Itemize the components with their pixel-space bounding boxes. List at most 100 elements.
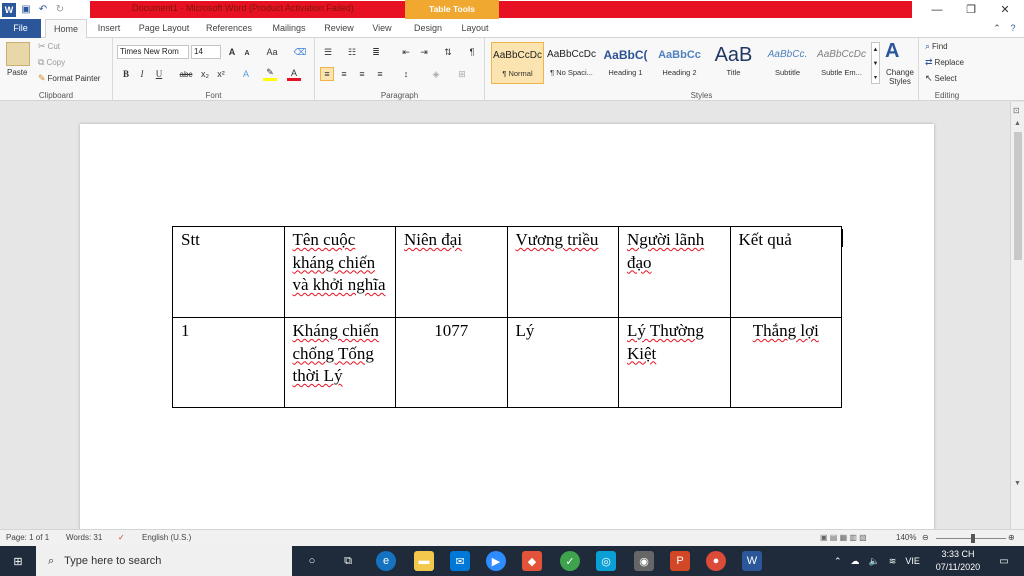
table-cell[interactable]: Kết quả bbox=[729, 226, 842, 318]
align-center-icon[interactable]: ≡ bbox=[337, 67, 351, 81]
superscript-button[interactable]: x² bbox=[214, 67, 228, 81]
tab-design[interactable]: Design bbox=[408, 19, 448, 38]
camera-icon[interactable]: ◉ bbox=[634, 551, 654, 571]
style-heading-1[interactable]: AaBbC( Heading 1 bbox=[599, 42, 652, 84]
tab-file[interactable]: File bbox=[0, 19, 41, 38]
view-buttons[interactable]: ▣ ▤ ▦ ▥ ▧ bbox=[820, 533, 867, 542]
document-page[interactable]: Stt Tên cuộc kháng chiến và khởi nghĩa N… bbox=[80, 124, 934, 529]
style-normal[interactable]: AaBbCcDc ¶ Normal bbox=[491, 42, 544, 84]
justify-icon[interactable]: ≡ bbox=[373, 67, 387, 81]
ruler-icon[interactable]: ⊡ bbox=[1013, 106, 1020, 115]
tab-insert[interactable]: Insert bbox=[89, 19, 129, 38]
italic-button[interactable]: I bbox=[135, 67, 149, 81]
tab-page-layout[interactable]: Page Layout bbox=[134, 19, 194, 38]
paste-icon[interactable] bbox=[6, 42, 30, 66]
word-count[interactable]: Words: 31 bbox=[66, 533, 102, 542]
word-taskbar-icon[interactable]: W bbox=[742, 551, 762, 571]
scroll-down-icon[interactable]: ▼ bbox=[1014, 480, 1021, 487]
bullets-icon[interactable]: ☰ bbox=[321, 45, 335, 59]
table-cell[interactable]: Kháng chiến chống Tống thời Lý bbox=[283, 317, 396, 408]
cut-button[interactable]: ✂ Cut bbox=[38, 41, 60, 52]
highlight-icon[interactable]: ✎ bbox=[263, 67, 277, 81]
zoom-level[interactable]: 140% bbox=[896, 533, 916, 542]
minimize-button[interactable]: — bbox=[920, 0, 954, 19]
font-name-select[interactable]: Times New Rom bbox=[117, 45, 189, 59]
style-subtle-emphasis[interactable]: AaBbCcDc Subtle Em... bbox=[815, 42, 868, 84]
app-green-icon[interactable]: ✓ bbox=[560, 551, 580, 571]
language-indicator[interactable]: English (U.S.) bbox=[142, 533, 191, 542]
input-language[interactable]: VIE bbox=[905, 556, 920, 566]
clock[interactable]: 3:33 CH 07/11/2020 bbox=[932, 548, 984, 574]
zoom-in-icon[interactable]: ⊕ bbox=[1008, 533, 1015, 542]
table-cell[interactable]: 1077 bbox=[395, 317, 508, 408]
windows-start-icon[interactable]: ⊞ bbox=[8, 551, 28, 571]
style-no-spacing[interactable]: AaBbCcDc ¶ No Spaci... bbox=[545, 42, 598, 84]
powerpoint-icon[interactable]: P bbox=[670, 551, 690, 571]
tab-mailings[interactable]: Mailings bbox=[265, 19, 313, 38]
restore-button[interactable]: ❐ bbox=[954, 0, 988, 19]
zoom-app-icon[interactable]: ▶ bbox=[486, 551, 506, 571]
strikethrough-button[interactable]: abc bbox=[177, 67, 195, 81]
tab-home[interactable]: Home bbox=[45, 19, 87, 39]
replace-button[interactable]: ⇄ Replace bbox=[925, 57, 964, 68]
style-subtitle[interactable]: AaBbCc. Subtitle bbox=[761, 42, 814, 84]
redo-icon[interactable]: ↻ bbox=[53, 3, 67, 17]
close-button[interactable]: ✕ bbox=[988, 0, 1022, 19]
align-left-icon[interactable]: ≡ bbox=[320, 67, 334, 81]
numbering-icon[interactable]: ☷ bbox=[345, 45, 359, 59]
table-cell[interactable]: Lý bbox=[506, 317, 619, 408]
task-view-icon[interactable]: ⧉ bbox=[338, 551, 358, 571]
table-cell[interactable]: Vương triều bbox=[506, 226, 619, 318]
align-right-icon[interactable]: ≡ bbox=[355, 67, 369, 81]
cloud-icon[interactable]: ☁ bbox=[851, 556, 860, 567]
increase-indent-icon[interactable]: ⇥ bbox=[417, 45, 431, 59]
select-button[interactable]: ↖ Select bbox=[925, 73, 957, 84]
tab-references[interactable]: References bbox=[201, 19, 257, 38]
taskbar-search-box[interactable]: ⌕ Type here to search bbox=[36, 546, 292, 576]
find-button[interactable]: ⌕ Find bbox=[925, 41, 948, 52]
help-icon[interactable]: ? bbox=[1006, 19, 1020, 38]
shrink-font-button[interactable]: A bbox=[240, 46, 254, 60]
tray-expand-icon[interactable]: ⌃ bbox=[834, 556, 842, 567]
change-styles-icon[interactable]: A bbox=[885, 40, 899, 63]
copy-button[interactable]: ⧉ Copy bbox=[38, 57, 65, 68]
ribbon-collapse-icon[interactable]: ⌃ bbox=[990, 19, 1004, 38]
table-cell[interactable]: Stt bbox=[172, 226, 285, 318]
tab-view[interactable]: View bbox=[365, 19, 399, 38]
volume-icon[interactable]: 🔈 bbox=[869, 556, 880, 567]
font-size-select[interactable]: 14 bbox=[191, 45, 221, 59]
styles-scroll[interactable]: ▲ ▼ ▾ bbox=[871, 42, 880, 84]
multilevel-list-icon[interactable]: ≣ bbox=[369, 45, 383, 59]
format-painter-button[interactable]: ✎ Format Painter bbox=[38, 73, 100, 84]
save-icon[interactable]: ▣ bbox=[19, 3, 33, 17]
style-title[interactable]: AaB Title bbox=[707, 42, 760, 84]
edge-icon[interactable]: e bbox=[376, 551, 396, 571]
proofing-icon[interactable]: ✓ bbox=[118, 533, 125, 542]
show-formatting-icon[interactable]: ¶ bbox=[465, 45, 479, 59]
change-case-button[interactable]: Aa bbox=[263, 45, 281, 59]
font-color-icon[interactable]: A bbox=[287, 67, 301, 81]
sort-icon[interactable]: ⇅ bbox=[441, 45, 455, 59]
undo-icon[interactable]: ↶ bbox=[36, 3, 50, 17]
scroll-thumb[interactable] bbox=[1014, 132, 1022, 260]
style-heading-2[interactable]: AaBbCc Heading 2 bbox=[653, 42, 706, 84]
tab-review[interactable]: Review bbox=[319, 19, 359, 38]
table-cell[interactable]: Lý Thường Kiệt bbox=[618, 317, 731, 408]
vertical-scrollbar[interactable]: ⊡ ▲ ▼ bbox=[1010, 102, 1024, 529]
tab-layout[interactable]: Layout bbox=[455, 19, 495, 38]
paste-button[interactable]: Paste bbox=[7, 68, 27, 77]
decrease-indent-icon[interactable]: ⇤ bbox=[399, 45, 413, 59]
file-explorer-icon[interactable]: ▬ bbox=[414, 551, 434, 571]
notifications-icon[interactable]: ▭ bbox=[994, 551, 1014, 571]
zoom-out-icon[interactable]: ⊖ bbox=[922, 533, 929, 542]
subscript-button[interactable]: x₂ bbox=[198, 67, 212, 81]
table-cell[interactable]: 1 bbox=[172, 317, 285, 408]
app-icon[interactable]: ◆ bbox=[522, 551, 542, 571]
scroll-up-icon[interactable]: ▲ bbox=[1014, 120, 1021, 127]
clear-formatting-icon[interactable]: ⌫ bbox=[293, 45, 307, 59]
grow-font-button[interactable]: A bbox=[225, 45, 239, 59]
table-cell[interactable]: Thắng lợi bbox=[729, 317, 842, 408]
page-count[interactable]: Page: 1 of 1 bbox=[6, 533, 49, 542]
change-styles-button[interactable]: Change Styles bbox=[883, 68, 917, 86]
underline-button[interactable]: U bbox=[152, 67, 166, 81]
